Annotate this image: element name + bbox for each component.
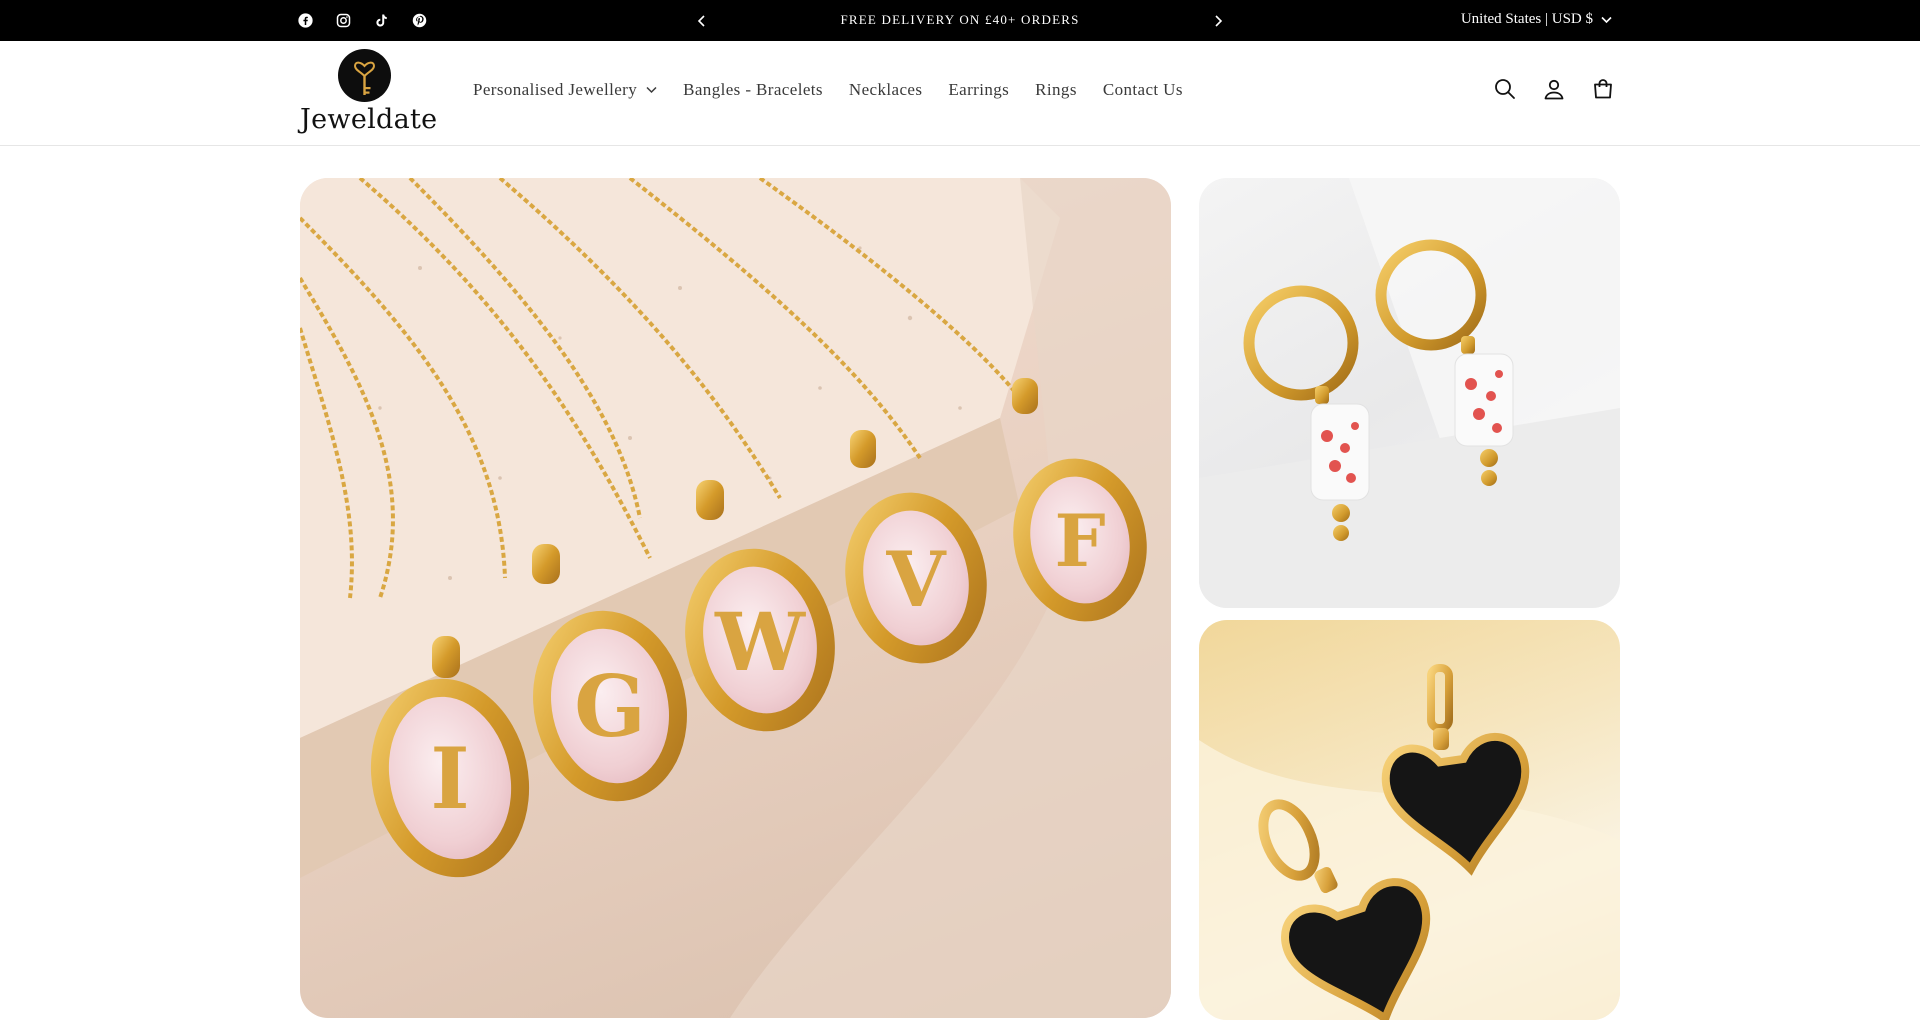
site-header: Jeweldate Personalised Jewellery Bangles… (0, 41, 1920, 146)
account-icon[interactable] (1542, 77, 1566, 101)
nav-item-label: Bangles - Bracelets (683, 80, 823, 99)
nav-item-label: Earrings (948, 80, 1010, 99)
pendant-letter: F (1054, 498, 1105, 583)
social-links (295, 10, 429, 30)
nav-item-bangles-bracelets[interactable]: Bangles - Bracelets (670, 80, 836, 100)
floral-earrings-illustration (1199, 178, 1620, 608)
image-floral-hoop-earrings[interactable] (1199, 178, 1620, 608)
chevron-down-icon (646, 86, 657, 94)
hero-image-initial-necklaces[interactable]: I G W V F (300, 178, 1171, 1018)
chevron-right-icon (1215, 15, 1223, 27)
chevron-left-icon (697, 15, 705, 27)
nav-item-personalised-jewellery[interactable]: Personalised Jewellery (460, 80, 670, 100)
locale-label: United States | USD $ (1460, 11, 1593, 27)
announcement-bar: FREE DELIVERY ON £40+ ORDERS United Stat… (0, 0, 1920, 41)
brand-logo[interactable]: Jeweldate (300, 49, 438, 141)
brand-name: Jeweldate (300, 104, 438, 135)
announcement-next-button[interactable] (1208, 11, 1228, 31)
nav-item-necklaces[interactable]: Necklaces (836, 80, 935, 100)
pendant-letter: W (714, 595, 806, 689)
pinterest-icon[interactable] (409, 10, 429, 30)
pendant-letter: V (886, 535, 948, 624)
nav-item-label: Contact Us (1102, 80, 1183, 99)
heart-earrings-illustration (1199, 664, 1620, 1020)
announcement-prev-button[interactable] (692, 11, 712, 31)
pendant-letter: G (574, 657, 646, 756)
cart-icon[interactable] (1591, 77, 1615, 101)
search-icon[interactable] (1493, 77, 1517, 101)
main-navigation: Personalised Jewellery Bangles - Bracele… (460, 80, 1196, 100)
nav-item-earrings[interactable]: Earrings (935, 80, 1022, 100)
facebook-icon[interactable] (295, 10, 315, 30)
tiktok-icon[interactable] (371, 10, 391, 30)
announcement-text: FREE DELIVERY ON £40+ ORDERS (840, 12, 1080, 27)
chevron-down-icon (1601, 16, 1612, 23)
nav-item-rings[interactable]: Rings (1022, 80, 1090, 100)
key-heart-logo-icon (338, 49, 391, 102)
instagram-icon[interactable] (333, 10, 353, 30)
nav-item-label: Personalised Jewellery (473, 80, 638, 99)
country-currency-selector[interactable]: United States | USD $ (1461, 11, 1612, 28)
necklaces-illustration: I G W V F (300, 178, 1171, 1018)
nav-item-contact-us[interactable]: Contact Us (1090, 80, 1196, 100)
image-black-heart-earrings[interactable] (1199, 620, 1620, 1020)
header-actions (1493, 77, 1615, 101)
nav-item-label: Rings (1035, 80, 1077, 99)
pendant-letter: I (430, 729, 469, 828)
nav-item-label: Necklaces (848, 80, 923, 99)
